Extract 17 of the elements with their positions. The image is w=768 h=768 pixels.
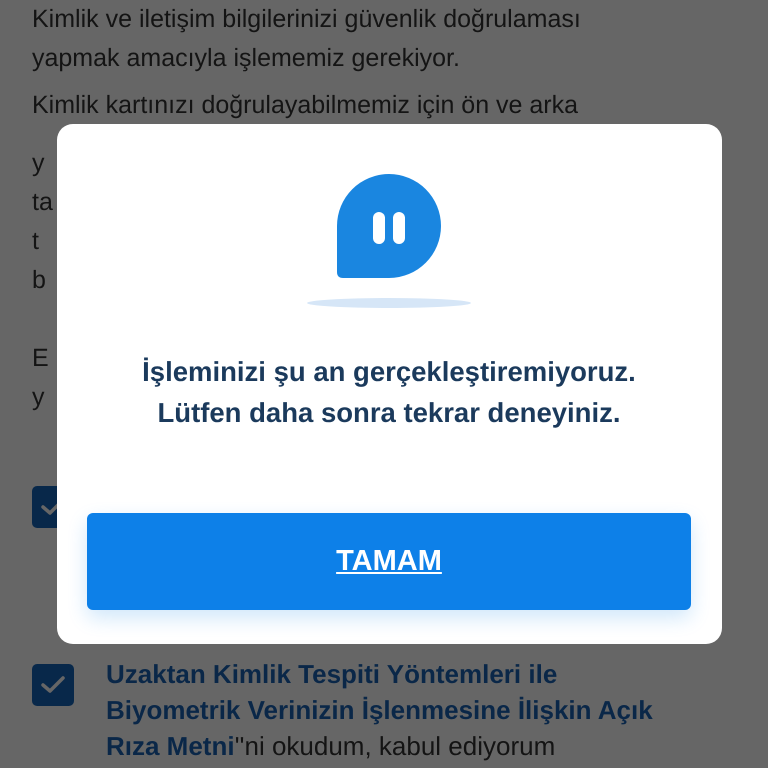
body-text: t	[32, 226, 39, 257]
dialog-message: Lütfen daha sonra tekrar deneyiniz.	[156, 396, 622, 430]
body-text: Kimlik kartınızı doğrulayabilmemiz için ön ve arka	[32, 90, 578, 121]
body-text: b	[32, 265, 46, 296]
consent-text: Uzaktan Kimlik Tespiti Yöntemleri ile Biyometrik Verinizin İşlenmesine İlişkin Açık Rıza Metni''ni okudum, kabul ediyorum	[106, 658, 654, 763]
checkbox[interactable]	[32, 664, 74, 706]
dialog-message: İşleminizi şu an gerçekleştiremiyoruz.	[142, 355, 636, 389]
body-text: E	[32, 343, 49, 374]
ok-button[interactable]: TAMAM	[87, 513, 691, 610]
body-text: Kimlik ve iletişim bilgilerinizi güvenlik doğrulaması	[32, 4, 581, 35]
body-text: y	[32, 382, 44, 413]
check-icon	[41, 676, 65, 694]
pause-bubble-icon	[336, 174, 442, 279]
body-text: yapmak amacıyla işlememiz gerekiyor.	[32, 43, 460, 74]
shadow-icon	[304, 297, 474, 309]
body-text: y	[32, 148, 44, 179]
body-text: ta	[32, 187, 53, 218]
